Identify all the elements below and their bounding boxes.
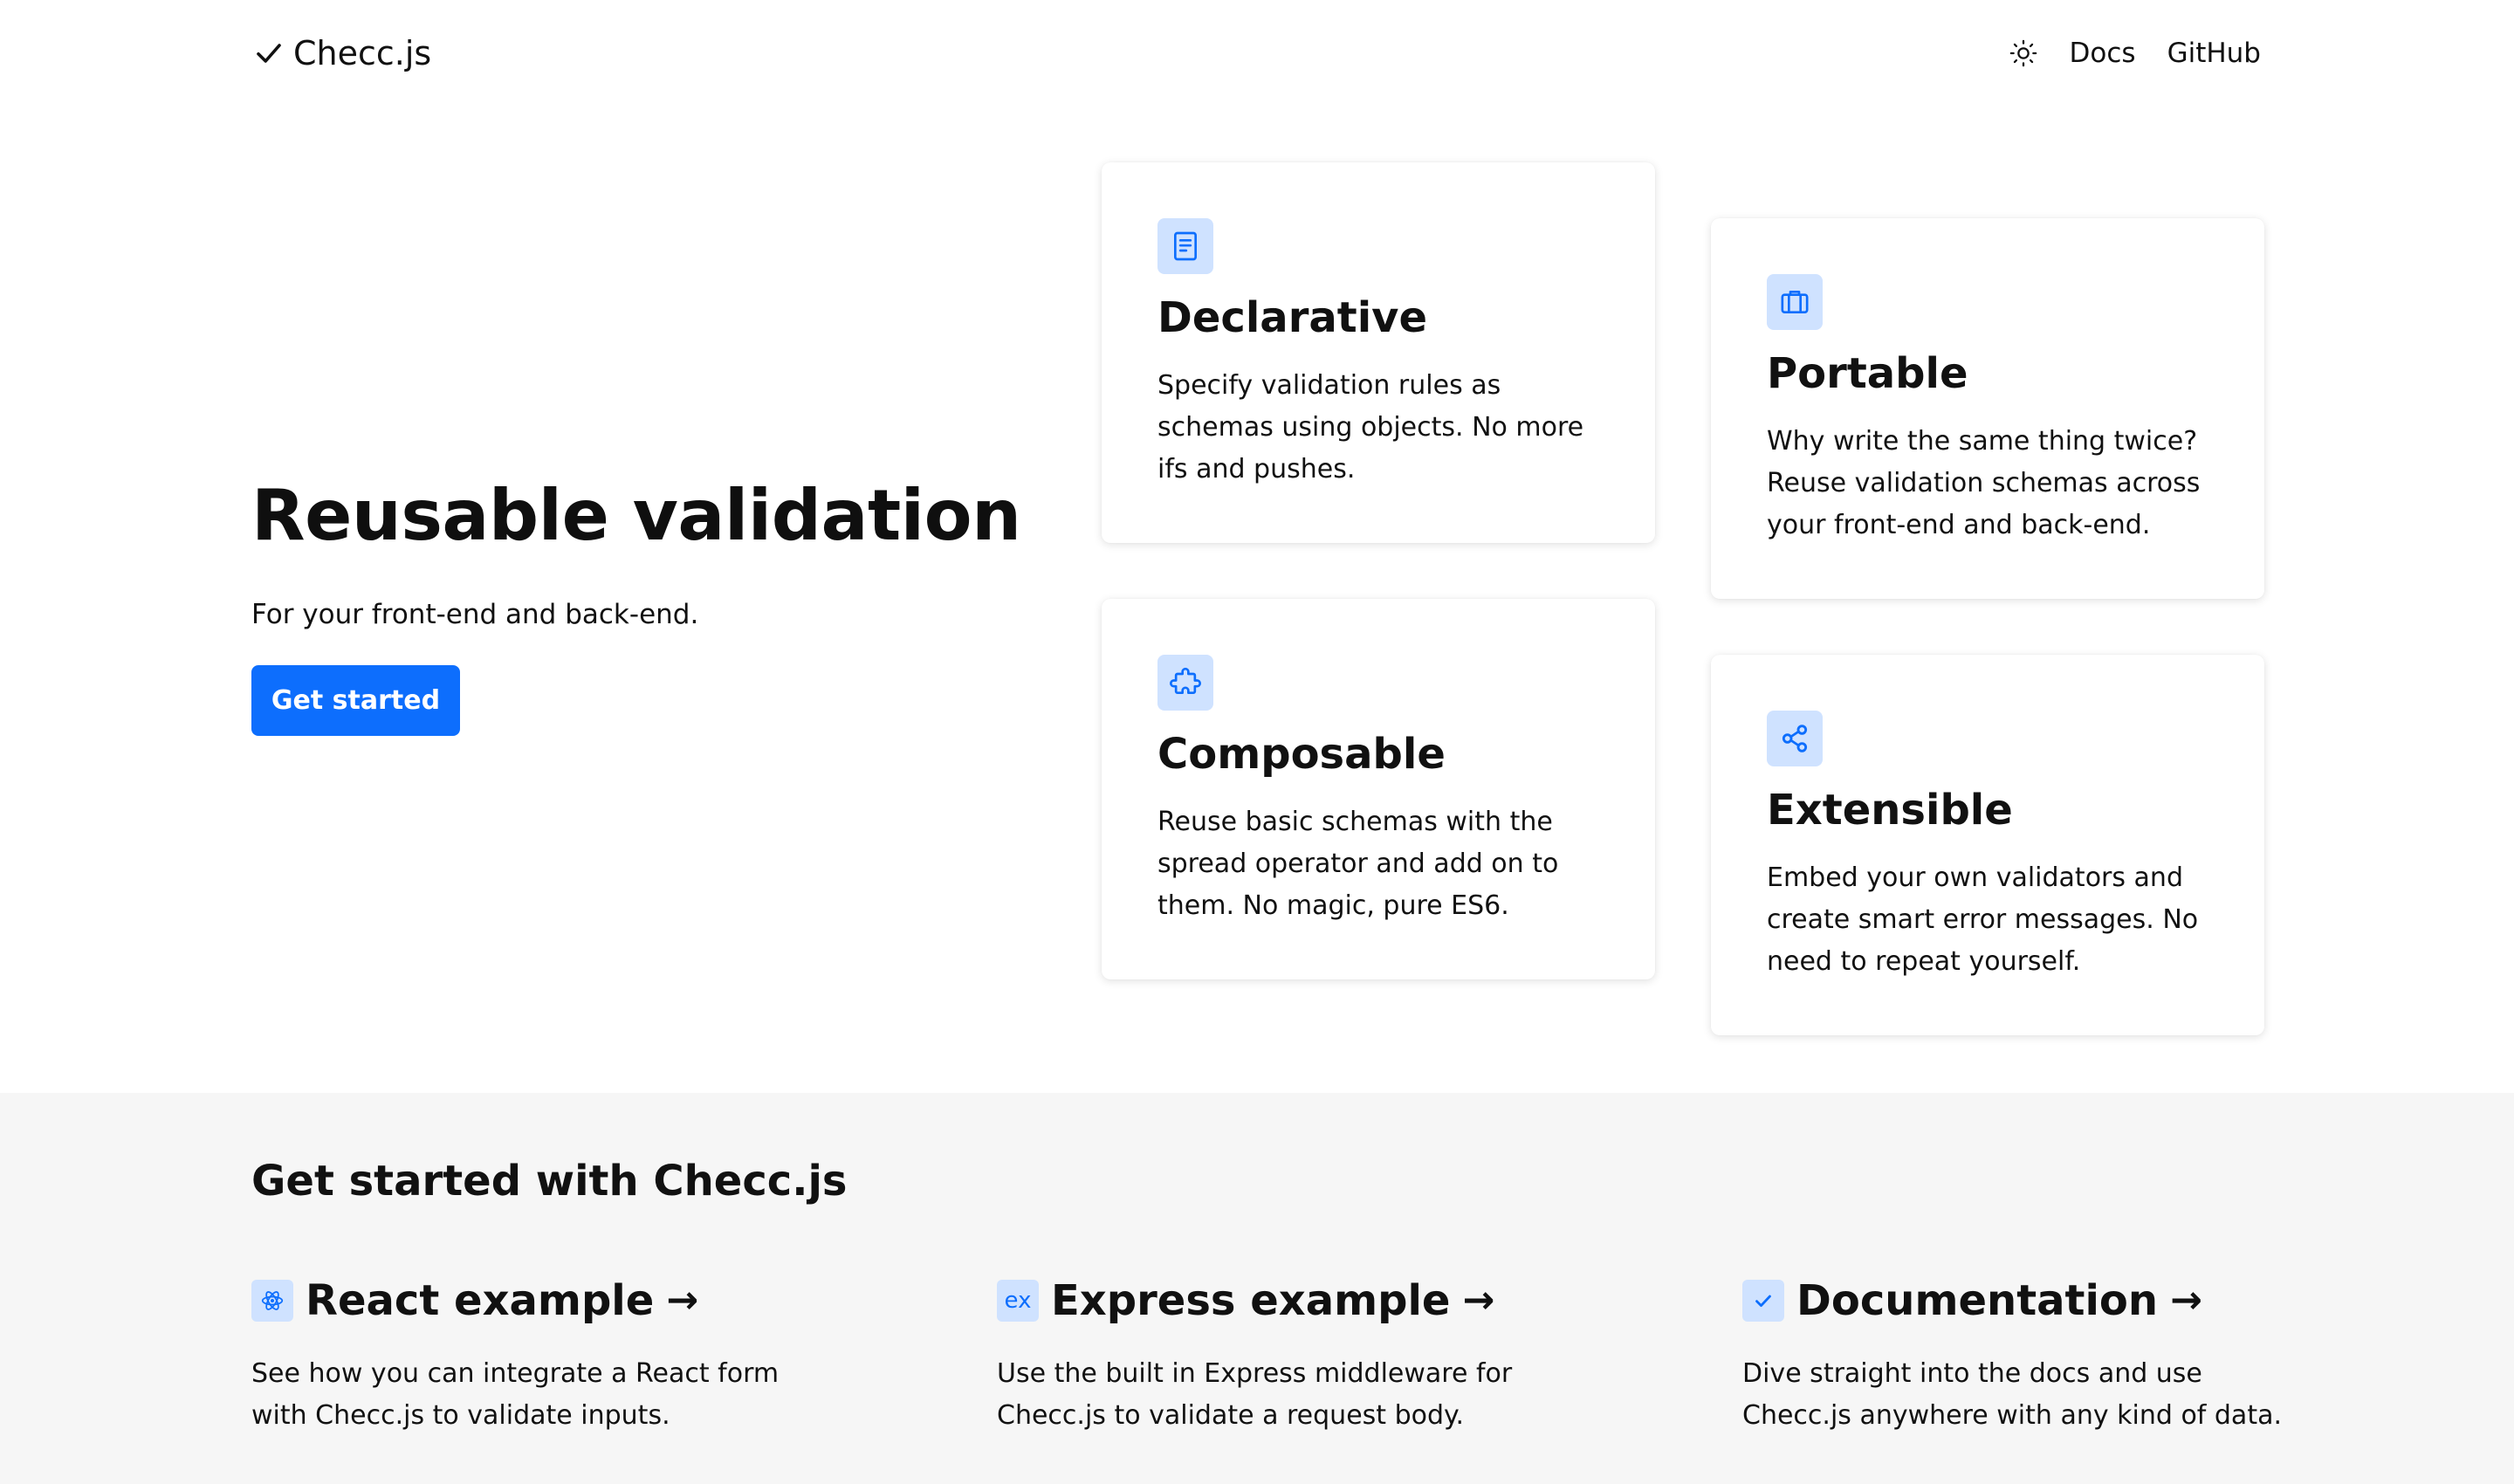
- feature-title: Composable: [1157, 730, 1446, 779]
- section-title: Get started with Checc.js: [251, 1157, 848, 1206]
- document-icon: [1157, 218, 1213, 274]
- feature-description: Specify validation rules as schemas using…: [1157, 370, 1584, 484]
- documentation-block: Documentation → Dive straight into the d…: [1742, 1273, 2301, 1437]
- arrow-right-icon: →: [1462, 1278, 1495, 1323]
- link-description: See how you can integrate a React form wi…: [251, 1358, 780, 1431]
- react-example-block: React example → See how you can integrat…: [251, 1273, 810, 1437]
- feature-card-composable: Composable Reuse basic schemas with the s…: [1102, 599, 1655, 979]
- feature-title: Declarative: [1157, 293, 1427, 342]
- puzzle-icon: [1157, 655, 1213, 711]
- top-nav: Docs GitHub: [2009, 30, 2261, 77]
- checkmark-icon: [257, 44, 281, 63]
- link-description: Use the built in Express middleware for C…: [997, 1358, 1513, 1431]
- feature-description: Embed your own validators and create smar…: [1767, 862, 2199, 977]
- documentation-link[interactable]: Documentation →: [1742, 1273, 2301, 1329]
- feature-description: Reuse basic schemas with the spread opera…: [1157, 807, 1559, 921]
- site-header: Checc.js Docs GitHub: [0, 0, 2514, 105]
- feature-title: Extensible: [1767, 786, 2013, 835]
- link-description: Dive straight into the docs and use Checc…: [1742, 1358, 2283, 1431]
- feature-description: Why write the same thing twice? Reuse val…: [1767, 426, 2201, 540]
- nav-docs-link[interactable]: Docs: [2070, 38, 2136, 69]
- react-icon: [251, 1280, 293, 1322]
- nav-github-link[interactable]: GitHub: [2167, 38, 2261, 69]
- express-icon: ex: [997, 1280, 1039, 1322]
- briefcase-icon: [1767, 274, 1823, 330]
- feature-card-extensible: Extensible Embed your own validators and…: [1711, 655, 2264, 1035]
- get-started-section: Get started with Checc.js React example …: [0, 1093, 2514, 1484]
- link-title: React example: [306, 1276, 655, 1325]
- link-title: Documentation: [1796, 1276, 2159, 1325]
- feature-card-portable: Portable Why write the same thing twice?…: [1711, 218, 2264, 599]
- feature-title: Portable: [1767, 349, 1968, 398]
- brand-name: Checc.js: [293, 34, 432, 72]
- hero-subtitle: For your front-end and back-end.: [251, 599, 699, 630]
- react-example-link[interactable]: React example →: [251, 1273, 810, 1329]
- get-started-button[interactable]: Get started: [251, 665, 460, 736]
- theme-toggle-sun-icon[interactable]: [2009, 38, 2038, 68]
- feature-card-declarative: Declarative Specify validation rules as s…: [1102, 162, 1655, 543]
- brand-link[interactable]: Checc.js: [253, 30, 431, 77]
- express-example-link[interactable]: ex Express example →: [997, 1273, 1556, 1329]
- link-title: Express example: [1051, 1276, 1451, 1325]
- arrow-right-icon: →: [2170, 1278, 2202, 1323]
- hero-title: Reusable validation: [251, 475, 1021, 556]
- checkmark-icon: [1742, 1280, 1784, 1322]
- share-icon: [1767, 711, 1823, 766]
- express-example-block: ex Express example → Use the built in Ex…: [997, 1273, 1556, 1437]
- arrow-right-icon: →: [666, 1278, 699, 1323]
